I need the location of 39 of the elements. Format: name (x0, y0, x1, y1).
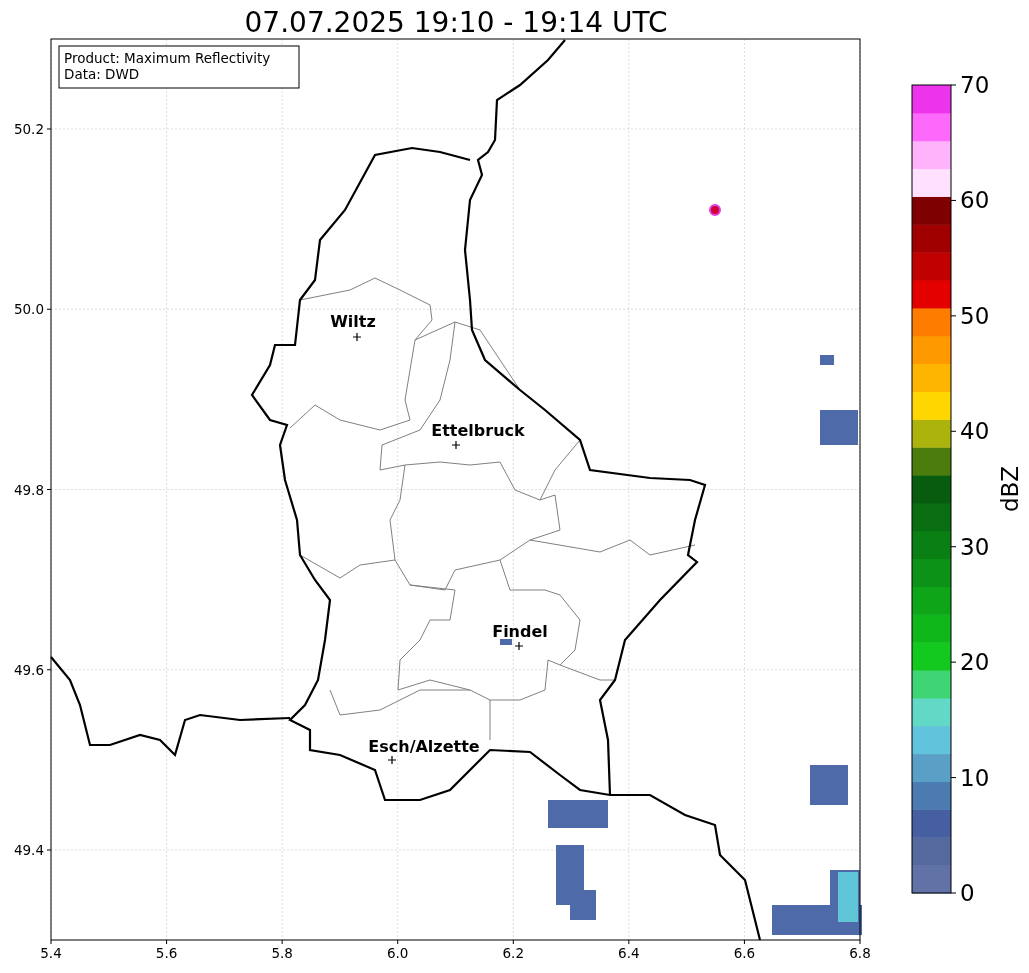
x-tick-label: 5.6 (155, 945, 178, 961)
radar-echo (548, 800, 608, 828)
x-tick-label: 6.2 (502, 945, 525, 961)
x-tick-label: 6.8 (849, 945, 871, 961)
y-tick-label: 50.0 (13, 301, 44, 318)
y-tick-label: 49.4 (13, 842, 44, 858)
x-tick-label: 5.8 (271, 945, 293, 961)
city-marker (352, 332, 362, 342)
colorbar-tick-label: 10 (960, 764, 990, 791)
colorbar-tick-label: 70 (960, 72, 990, 98)
radar-echo (810, 765, 848, 805)
radar-echo (709, 204, 721, 216)
info-text: Product: Maximum Reflectivity (64, 50, 271, 66)
x-tick-label: 6.4 (618, 945, 640, 961)
colorbar-tick-label: 0 (960, 880, 975, 906)
radar-echo (820, 355, 834, 365)
city-marker (451, 440, 461, 450)
colorbar-label: dBZ (997, 465, 1023, 513)
radar-echo (820, 410, 858, 445)
city-label: Wiltz (330, 312, 376, 331)
city-marker (514, 641, 524, 651)
y-tick-label: 49.8 (13, 481, 44, 498)
colorbar-tick-label: 40 (960, 418, 990, 445)
x-tick-label: 6.0 (386, 945, 409, 961)
x-tick-label: 6.6 (733, 945, 756, 961)
colorbar-tick-label: 20 (960, 649, 990, 676)
city-label: Esch/Alzette (368, 737, 480, 756)
y-tick-label: 50.2 (13, 121, 44, 137)
chart-title: 07.07.2025 19:10 - 19:14 UTC (244, 6, 668, 39)
y-tick-label: 49.6 (13, 661, 44, 678)
city-label: Ettelbruck (431, 421, 525, 440)
colorbar-tick-label: 60 (960, 187, 990, 214)
info-text: Data: DWD (64, 66, 140, 82)
city-label: Findel (492, 622, 548, 641)
radar-echo (500, 639, 512, 645)
city-marker (387, 755, 397, 765)
colorbar-tick-label: 50 (960, 302, 990, 329)
x-tick-label: 5.4 (40, 945, 62, 961)
colorbar-tick-label: 30 (960, 533, 990, 560)
